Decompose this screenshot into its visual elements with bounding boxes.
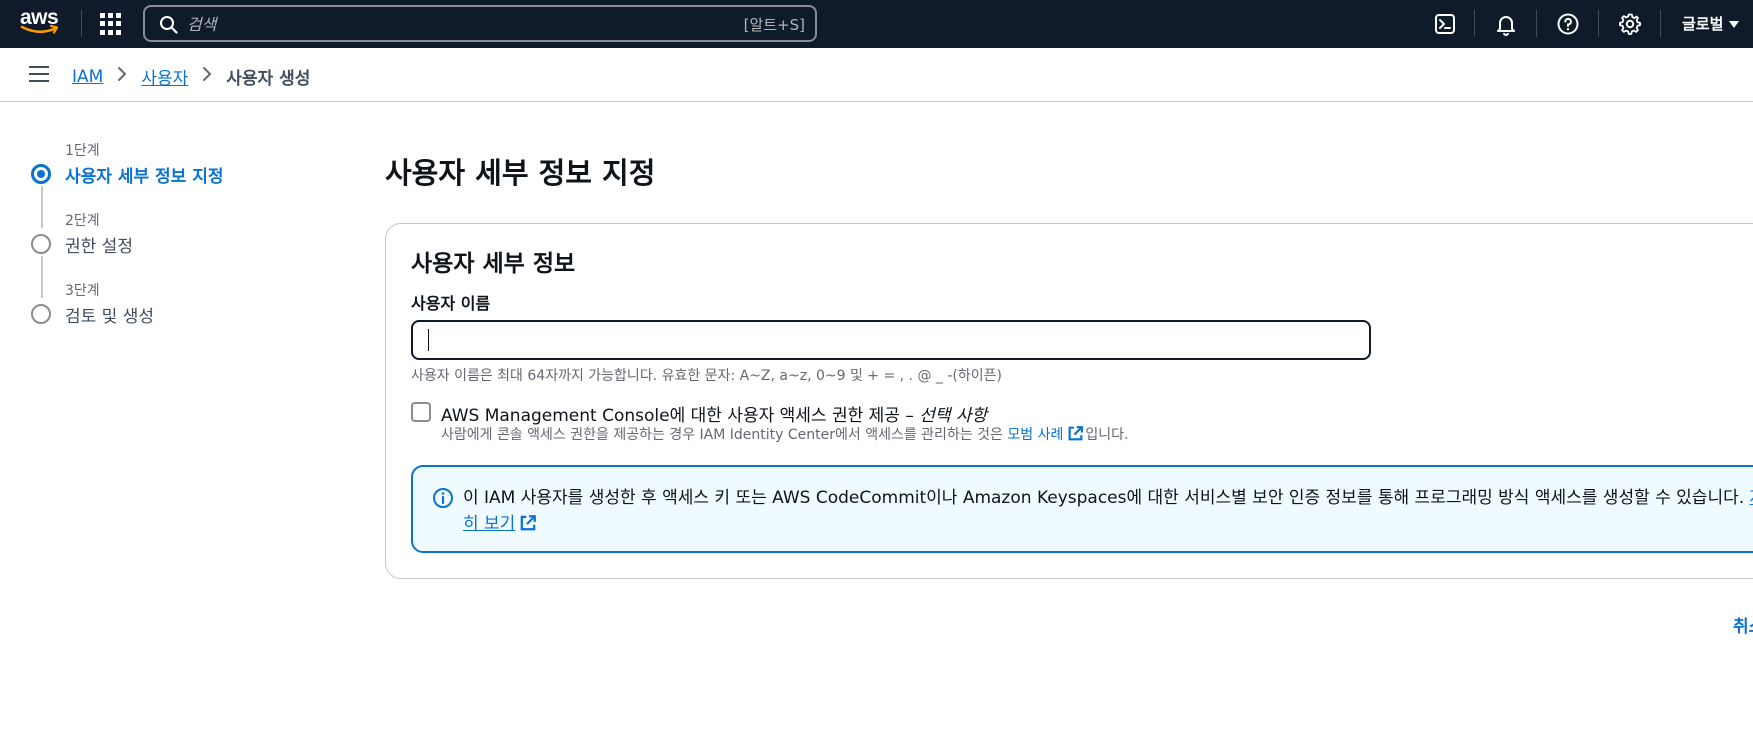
text-cursor	[428, 329, 429, 351]
console-access-description: 사람에게 콘솔 액세스 권한을 제공하는 경우 IAM Identity Cen…	[441, 426, 1129, 443]
aws-smile-icon	[20, 25, 59, 34]
console-access-checkbox[interactable]	[411, 402, 431, 422]
cloudshell-icon[interactable]	[1433, 12, 1457, 36]
step-inactive-indicator-icon	[31, 234, 51, 254]
step-number: 1단계	[65, 143, 100, 159]
chevron-right-icon	[117, 66, 127, 87]
nav-divider	[81, 10, 82, 37]
nav-divider	[1660, 10, 1661, 37]
external-link-icon	[1068, 426, 1084, 441]
nav-divider	[1536, 10, 1537, 37]
step-label: 권한 설정	[65, 237, 133, 257]
breadcrumb-users[interactable]: 사용자	[141, 64, 188, 89]
step-number: 3단계	[65, 283, 100, 299]
help-icon[interactable]	[1556, 12, 1580, 36]
username-input[interactable]	[411, 320, 1371, 360]
caret-down-icon	[1729, 21, 1740, 28]
breadcrumb: IAM 사용자 사용자 생성	[72, 64, 311, 90]
wizard-steps: 1단계 사용자 세부 정보 지정 2단계 권한 설정 3단계 검토 및 생성	[30, 140, 330, 350]
step-label: 검토 및 생성	[65, 307, 155, 327]
step-active-indicator-icon	[31, 164, 51, 184]
section-title: 사용자 세부 정보	[411, 251, 576, 277]
optional-label: 선택 사항	[919, 406, 988, 426]
bell-icon[interactable]	[1494, 12, 1518, 36]
info-message: 이 IAM 사용자를 생성한 후 액세스 키 또는 AWS CodeCommit…	[463, 485, 1753, 537]
best-practice-link[interactable]: 모범 사례	[1007, 426, 1085, 443]
breadcrumb-bar: IAM 사용자 사용자 생성	[0, 48, 1753, 102]
gear-icon[interactable]	[1618, 12, 1642, 36]
breadcrumb-iam[interactable]: IAM	[72, 67, 103, 87]
search-shortcut-hint: [알트+S]	[743, 16, 805, 34]
external-link-icon	[521, 515, 537, 531]
search-input[interactable]	[187, 12, 647, 36]
search-bar[interactable]: [알트+S]	[143, 5, 817, 42]
aws-logo[interactable]: aws	[20, 7, 62, 38]
region-label: 글로벌	[1682, 15, 1724, 33]
page-title: 사용자 세부 정보 지정	[385, 156, 656, 190]
username-label: 사용자 이름	[411, 294, 491, 313]
top-navigation: aws [알트+S] 글로벌	[0, 0, 1753, 48]
step-number: 2단계	[65, 213, 100, 229]
info-icon	[433, 488, 453, 508]
step-label: 사용자 세부 정보 지정	[65, 167, 224, 187]
user-details-container: 사용자 세부 정보 사용자 이름 사용자 이름은 최대 64자까지 가능합니다.…	[385, 223, 1753, 579]
info-alert: 이 IAM 사용자를 생성한 후 액세스 키 또는 AWS CodeCommit…	[411, 465, 1753, 553]
cancel-button[interactable]: 취소	[1733, 612, 1753, 637]
step-inactive-indicator-icon	[31, 304, 51, 324]
search-icon	[160, 16, 178, 34]
region-selector[interactable]: 글로벌	[1682, 13, 1740, 34]
breadcrumb-current: 사용자 생성	[226, 69, 311, 89]
step-3[interactable]: 3단계 검토 및 생성	[30, 280, 330, 350]
menu-icon[interactable]	[29, 66, 49, 82]
nav-divider	[1598, 10, 1599, 37]
nav-divider	[1474, 10, 1475, 37]
console-access-label[interactable]: AWS Management Console에 대한 사용자 액세스 권한 제공…	[441, 401, 987, 426]
chevron-right-icon	[202, 66, 212, 87]
step-1[interactable]: 1단계 사용자 세부 정보 지정	[30, 140, 330, 228]
step-2[interactable]: 2단계 권한 설정	[30, 210, 330, 298]
services-grid-icon[interactable]	[100, 13, 122, 35]
username-constraint-text: 사용자 이름은 최대 64자까지 가능합니다. 유효한 문자: A~Z, a~z…	[411, 368, 1002, 384]
